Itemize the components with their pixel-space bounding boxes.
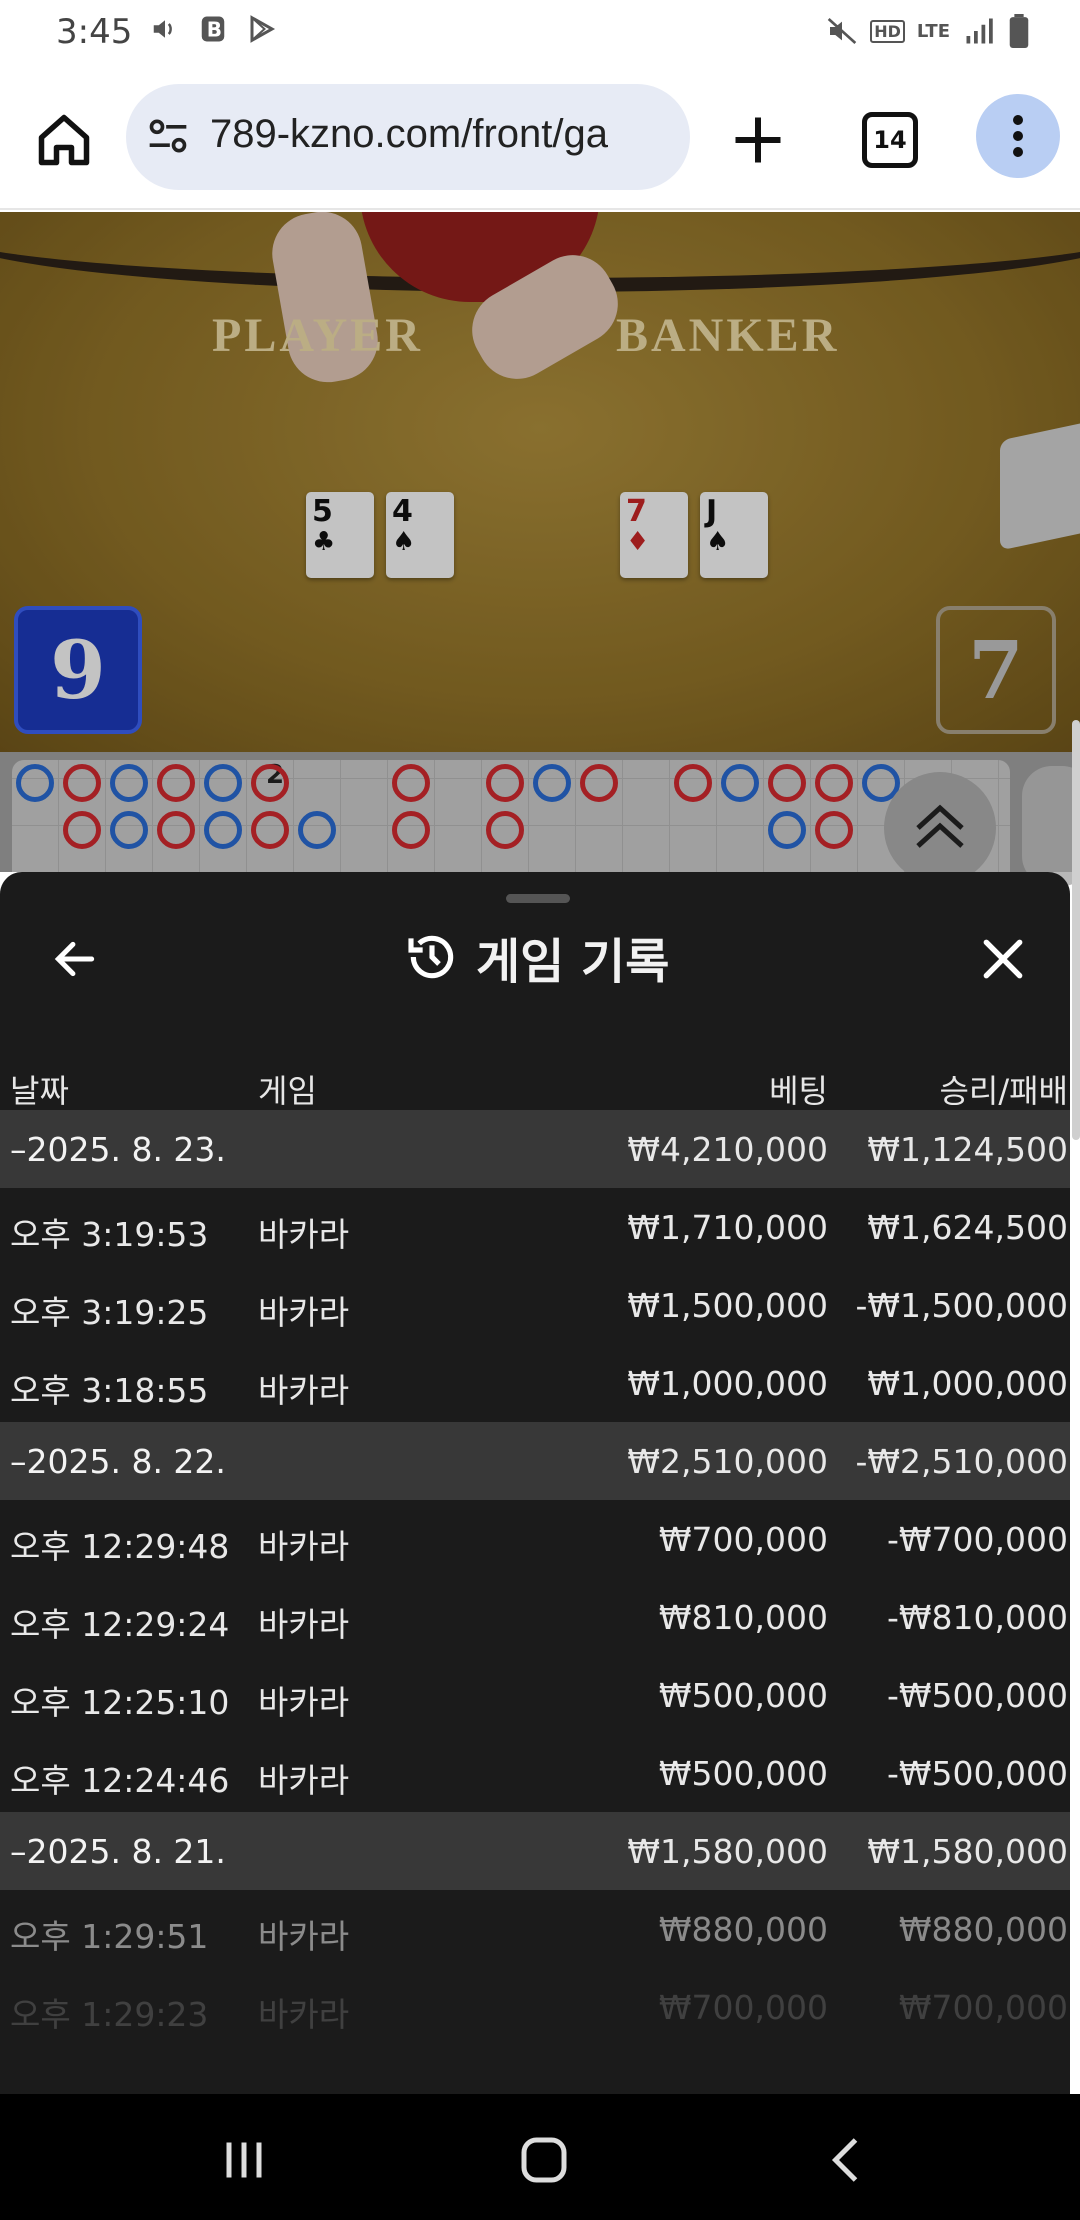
- row-bet: ₩700,000: [658, 1520, 828, 1559]
- sheet-header: 게임 기록: [404, 922, 669, 992]
- hd-voice-icon: HD: [870, 19, 905, 43]
- row-result: -₩810,000: [886, 1598, 1068, 1637]
- row-result: -₩2,510,000: [855, 1442, 1069, 1481]
- status-right-icons: HD LTE: [826, 14, 1030, 48]
- history-row[interactable]: 오후 12:29:24 바카라 ₩810,000 -₩810,000: [0, 1578, 1070, 1656]
- row-result: ₩1,624,500: [867, 1208, 1068, 1247]
- history-icon: [408, 935, 454, 979]
- site-settings-icon[interactable]: [146, 114, 190, 158]
- row-bet: ₩1,580,000: [627, 1832, 828, 1871]
- home-nav-icon[interactable]: [514, 2130, 574, 2190]
- recent-apps-icon[interactable]: [214, 2130, 274, 2190]
- sheet-drag-handle[interactable]: [506, 894, 570, 903]
- row-game: 바카라: [258, 1527, 350, 1566]
- row-result: -₩1,500,000: [855, 1286, 1069, 1325]
- history-row[interactable]: 오후 12:29:48 바카라 ₩700,000 -₩700,000: [0, 1500, 1070, 1578]
- back-arrow-icon[interactable]: [50, 934, 100, 984]
- row-bet: ₩700,000: [658, 1988, 828, 2027]
- battery-icon: [1009, 14, 1029, 48]
- row-result: ₩700,000: [898, 1988, 1068, 2027]
- tab-switcher-button[interactable]: 14: [862, 112, 918, 168]
- game-history-sheet: 게임 기록 날짜 게임 베팅 승리/패배 –2025. 8. 23. ₩4,210…: [0, 872, 1070, 2094]
- close-icon[interactable]: [978, 934, 1028, 984]
- history-list: –2025. 8. 23. ₩4,210,000 ₩1,124,500 오후 3:19…: [0, 1110, 1070, 2046]
- col-game: 게임: [258, 1072, 317, 1110]
- row-bet: ₩1,500,000: [627, 1286, 828, 1325]
- row-date: 오후 3:19:25: [10, 1293, 209, 1332]
- history-row[interactable]: 오후 3:19:25 바카라 ₩1,500,000 -₩1,500,000: [0, 1266, 1070, 1344]
- row-bet: ₩500,000: [658, 1754, 828, 1793]
- col-result: 승리/패배: [939, 1072, 1068, 1110]
- scrollbar[interactable]: [1072, 720, 1080, 1140]
- col-date: 날짜: [10, 1072, 69, 1110]
- system-nav-bar: [0, 2094, 1080, 2220]
- row-game: 바카라: [258, 1215, 350, 1254]
- status-time: 3:45: [56, 12, 133, 52]
- row-date: 오후 12:29:24: [10, 1605, 230, 1644]
- row-date: 오후 1:29:51: [10, 1917, 209, 1956]
- svg-text:B: B: [207, 18, 222, 42]
- row-bet: ₩1,000,000: [627, 1364, 828, 1403]
- row-date: 오후 3:18:55: [10, 1371, 209, 1410]
- row-result: -₩500,000: [886, 1676, 1068, 1715]
- row-date: 오후 1:29:23: [10, 1995, 209, 2034]
- home-icon[interactable]: [34, 110, 94, 170]
- row-date: –2025. 8. 22.: [10, 1442, 226, 1481]
- row-date: –2025. 8. 21.: [10, 1832, 226, 1871]
- row-bet: ₩500,000: [658, 1676, 828, 1715]
- row-date: 오후 12:25:10: [10, 1683, 230, 1722]
- row-result: -₩700,000: [886, 1520, 1068, 1559]
- row-game: 바카라: [258, 1761, 350, 1800]
- history-row[interactable]: 오후 1:29:51 바카라 ₩880,000 ₩880,000: [0, 1890, 1070, 1968]
- status-bar: 3:45 B HD LTE: [0, 0, 1080, 66]
- date-group-row[interactable]: –2025. 8. 21. ₩1,580,000 ₩1,580,000: [0, 1812, 1070, 1890]
- dim-overlay: [0, 212, 1080, 872]
- play-store-icon: [250, 15, 276, 43]
- row-date: –2025. 8. 23.: [10, 1130, 226, 1169]
- sheet-title: 게임 기록: [476, 934, 670, 990]
- browser-toolbar: 789-kzno.com/front/ga 14: [0, 66, 1080, 210]
- more-vert-icon: [1013, 115, 1023, 157]
- row-result: ₩1,580,000: [867, 1832, 1068, 1871]
- browser-menu-button[interactable]: [976, 94, 1060, 178]
- history-row[interactable]: 오후 3:19:53 바카라 ₩1,710,000 ₩1,624,500: [0, 1188, 1070, 1266]
- row-bet: ₩810,000: [658, 1598, 828, 1637]
- row-result: ₩880,000: [898, 1910, 1068, 1949]
- row-bet: ₩4,210,000: [627, 1130, 828, 1169]
- history-row[interactable]: 오후 3:18:55 바카라 ₩1,000,000 ₩1,000,000: [0, 1344, 1070, 1422]
- row-game: 바카라: [258, 1683, 350, 1722]
- history-row[interactable]: 오후 1:29:23 바카라 ₩700,000 ₩700,000: [0, 1968, 1070, 2046]
- new-tab-icon[interactable]: [728, 110, 788, 170]
- address-bar[interactable]: 789-kzno.com/front/ga: [126, 84, 690, 190]
- date-group-row[interactable]: –2025. 8. 22. ₩2,510,000 -₩2,510,000: [0, 1422, 1070, 1500]
- row-game: 바카라: [258, 1917, 350, 1956]
- row-bet: ₩880,000: [658, 1910, 828, 1949]
- row-game: 바카라: [258, 1995, 350, 2034]
- b-app-icon: B: [201, 16, 225, 42]
- row-date: 오후 3:19:53: [10, 1215, 209, 1254]
- row-bet: ₩1,710,000: [627, 1208, 828, 1247]
- mute-icon: [828, 18, 857, 44]
- history-row[interactable]: 오후 12:25:10 바카라 ₩500,000 -₩500,000: [0, 1656, 1070, 1734]
- col-bet: 베팅: [769, 1072, 828, 1110]
- row-game: 바카라: [258, 1605, 350, 1644]
- row-result: -₩500,000: [886, 1754, 1068, 1793]
- row-result: ₩1,000,000: [867, 1364, 1068, 1403]
- lte-icon: LTE: [916, 20, 950, 42]
- row-bet: ₩2,510,000: [627, 1442, 828, 1481]
- signal-icon: [966, 18, 993, 44]
- status-left-icons: B: [150, 14, 278, 44]
- row-game: 바카라: [258, 1293, 350, 1332]
- volume-icon: [153, 20, 172, 38]
- back-nav-icon[interactable]: [818, 2130, 878, 2190]
- row-game: 바카라: [258, 1371, 350, 1410]
- history-row[interactable]: 오후 12:24:46 바카라 ₩500,000 -₩500,000: [0, 1734, 1070, 1812]
- url-text[interactable]: 789-kzno.com/front/ga: [210, 112, 680, 157]
- row-result: ₩1,124,500: [867, 1130, 1068, 1169]
- date-group-row[interactable]: –2025. 8. 23. ₩4,210,000 ₩1,124,500: [0, 1110, 1070, 1188]
- row-date: 오후 12:24:46: [10, 1761, 230, 1800]
- row-date: 오후 12:29:48: [10, 1527, 230, 1566]
